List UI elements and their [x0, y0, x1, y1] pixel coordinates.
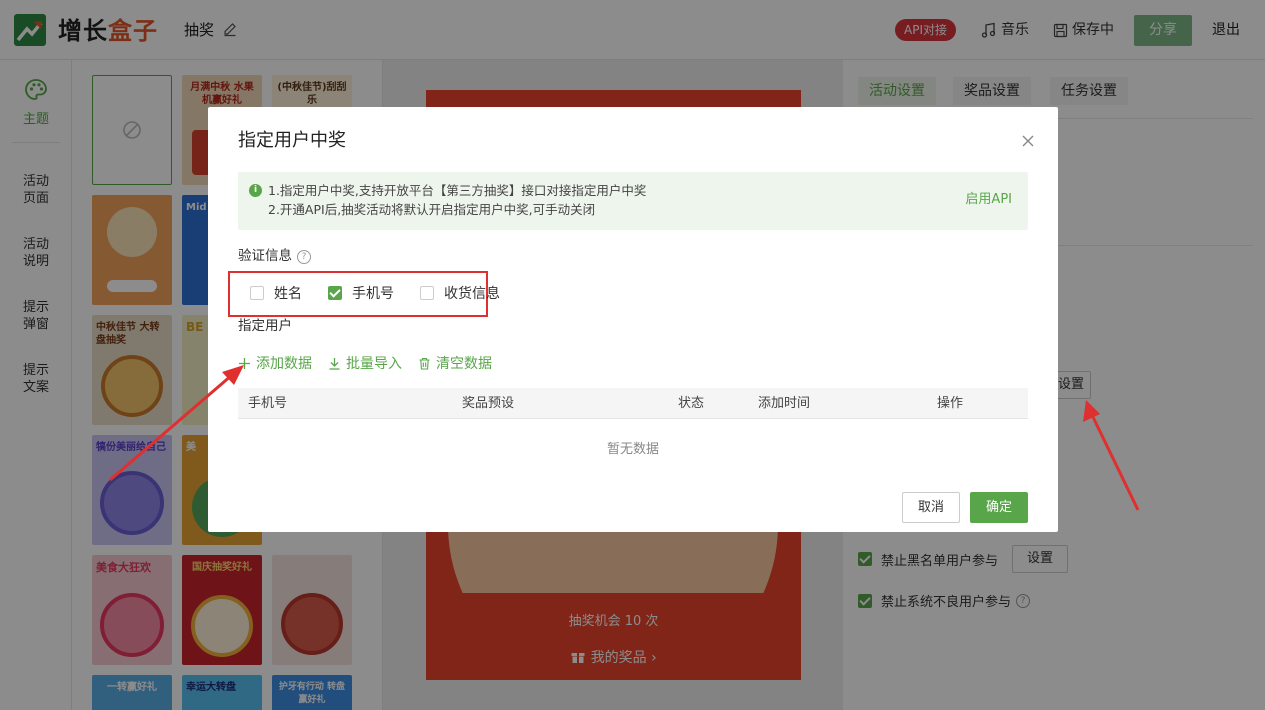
close-icon[interactable] [1020, 133, 1036, 149]
column-header: 状态 [678, 396, 705, 411]
confirm-button[interactable]: 确定 [970, 492, 1028, 523]
verify-label: 验证信息? [238, 246, 311, 266]
assign-winner-dialog: 指定用户中奖 i 1.指定用户中奖,支持开放平台【第三方抽奖】接口对接指定用户中… [208, 107, 1058, 532]
option-label: 收货信息 [444, 286, 500, 302]
help-icon[interactable]: ? [297, 250, 311, 264]
download-icon [329, 357, 340, 370]
name-checkbox[interactable] [250, 286, 264, 300]
add-data-label: 添加数据 [256, 356, 312, 372]
table-header: 手机号 奖品预设 状态 添加时间 操作 [238, 388, 1028, 419]
plus-icon [239, 357, 250, 369]
column-header: 添加时间 [758, 396, 811, 411]
dialog-title: 指定用户中奖 [238, 130, 346, 151]
data-actions: 添加数据 批量导入 清空数据 [238, 353, 492, 373]
verify-options: 姓名 手机号 收货信息 [250, 283, 526, 303]
users-label: 指定用户 [238, 318, 292, 334]
column-header: 手机号 [248, 396, 288, 411]
clear-data-button[interactable]: 清空数据 [418, 353, 492, 373]
info-icon: i [249, 184, 262, 197]
verify-option-shipping[interactable]: 收货信息 [420, 283, 500, 303]
column-header: 操作 [937, 396, 964, 411]
add-data-button[interactable]: 添加数据 [238, 353, 312, 373]
clear-data-label: 清空数据 [436, 356, 492, 372]
trash-icon [419, 357, 430, 370]
verify-option-name[interactable]: 姓名 [250, 283, 302, 303]
notice-line: 1.指定用户中奖,支持开放平台【第三方抽奖】接口对接指定用户中奖 [268, 183, 647, 198]
batch-import-button[interactable]: 批量导入 [328, 353, 402, 373]
notice-banner: i 1.指定用户中奖,支持开放平台【第三方抽奖】接口对接指定用户中奖 2.开通A… [238, 172, 1028, 230]
enable-api-link[interactable]: 启用API [965, 191, 1012, 209]
shipping-checkbox[interactable] [420, 286, 434, 300]
option-label: 姓名 [274, 286, 302, 302]
column-header: 奖品预设 [462, 396, 515, 411]
phone-checkbox[interactable] [328, 286, 342, 300]
verify-option-phone[interactable]: 手机号 [328, 283, 394, 303]
empty-state: 暂无数据 [606, 442, 659, 457]
option-label: 手机号 [352, 286, 394, 302]
batch-import-label: 批量导入 [346, 356, 402, 372]
notice-line: 2.开通API后,抽奖活动将默认开启指定用户中奖,可手动关闭 [268, 202, 596, 217]
cancel-button[interactable]: 取消 [902, 492, 960, 523]
